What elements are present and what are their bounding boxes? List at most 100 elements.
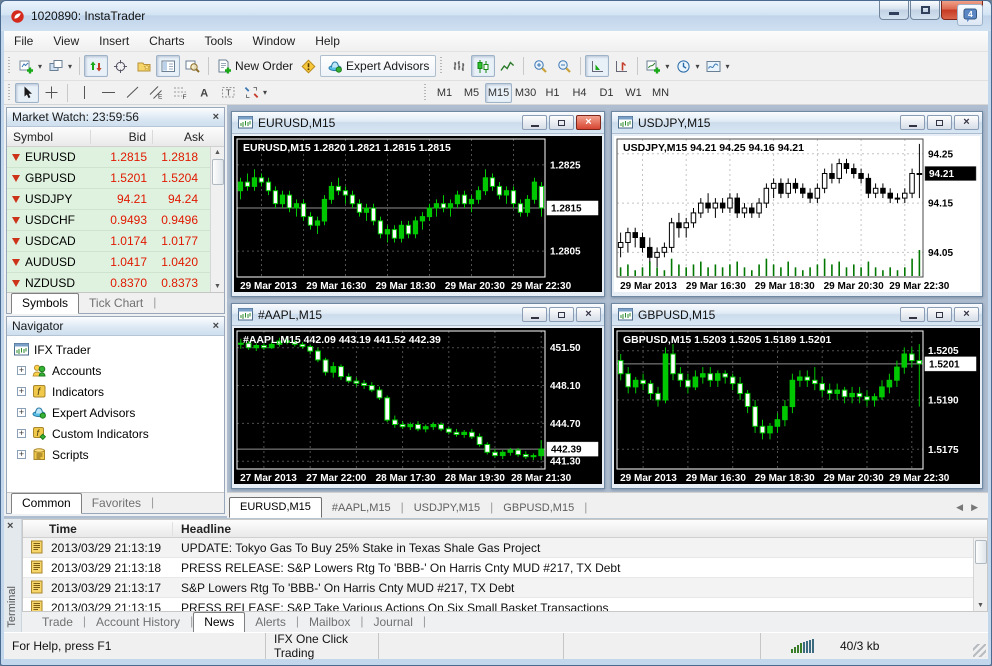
zoom-out-button[interactable] xyxy=(552,55,576,77)
data-window-button[interactable] xyxy=(108,55,132,77)
periods-button[interactable]: ▾ xyxy=(672,55,702,77)
market-watch-row[interactable]: USDCHF 0.9493 0.9496 xyxy=(7,210,224,231)
chart-tab-usdjpy-m15[interactable]: USDJPY,M15 xyxy=(404,499,490,518)
chart-window-titlebar[interactable]: EURUSD,M15 × xyxy=(232,112,604,134)
chart-tab-eurusd-m15[interactable]: EURUSD,M15 xyxy=(229,497,322,518)
terminal-col-time[interactable]: Time xyxy=(23,521,173,536)
timeframe-mn[interactable]: MN xyxy=(647,83,674,103)
dropdown-caret-icon[interactable]: ▾ xyxy=(38,62,42,71)
chart-close-button[interactable]: × xyxy=(576,307,601,322)
chart-tab-gbpusd-m15[interactable]: GBPUSD,M15 xyxy=(493,499,584,518)
toolbar-drag-handle[interactable] xyxy=(7,57,12,75)
navigator-tab-common[interactable]: Common xyxy=(11,493,82,514)
mw-col-symbol[interactable]: Symbol xyxy=(7,129,91,144)
chart-close-button[interactable]: × xyxy=(954,115,979,130)
chart-window-titlebar[interactable]: #AAPL,M15 × xyxy=(232,304,604,326)
market-watch-tab-tick-chart[interactable]: Tick Chart xyxy=(79,294,153,313)
chart-canvas[interactable]: 1.5205 1.5190 1.5175 1.5201 29 Mar 2013 29 Ma… xyxy=(614,328,980,484)
scroll-up-icon[interactable]: ▲ xyxy=(214,147,221,158)
chart-restore-button[interactable] xyxy=(549,115,574,130)
menu-view[interactable]: View xyxy=(43,32,89,50)
scrollbar-thumb[interactable] xyxy=(211,158,224,185)
navigator-item-indicators[interactable]: + f Indicators xyxy=(13,381,224,402)
scroll-down-icon[interactable]: ▼ xyxy=(214,281,221,292)
terminal-toggle-button[interactable] xyxy=(156,55,181,77)
horizontal-line-button[interactable] xyxy=(96,83,120,103)
chart-shift-button[interactable] xyxy=(609,55,633,77)
timeframe-m15[interactable]: M15 xyxy=(485,82,513,103)
chart-minimize-button[interactable] xyxy=(900,307,925,322)
crosshair-tool-button[interactable] xyxy=(39,83,63,103)
dropdown-caret-icon[interactable]: ▾ xyxy=(68,62,72,71)
terminal-tab-mailbox[interactable]: Mailbox xyxy=(299,613,360,632)
expert-advisors-button[interactable]: Expert Advisors xyxy=(320,55,437,77)
maximize-button[interactable] xyxy=(910,1,940,20)
terminal-tab-alerts[interactable]: Alerts xyxy=(245,613,296,632)
new-chart-button[interactable]: ▾ xyxy=(15,55,45,77)
chart-canvas[interactable]: 94.25 94.15 94.05 94.21 29 Mar 2013 29 Mar 16… xyxy=(614,136,980,292)
dropdown-caret-icon[interactable]: ▾ xyxy=(725,62,729,71)
tab-scroll-left-icon[interactable]: ◀ xyxy=(956,502,963,513)
chart-tab--aapl-m15[interactable]: #AAPL,M15 xyxy=(322,499,401,518)
timeframe-h1[interactable]: H1 xyxy=(539,83,566,103)
templates-button[interactable]: ▾ xyxy=(702,55,732,77)
market-watch-row[interactable]: USDCAD 1.0174 1.0177 xyxy=(7,231,224,252)
toolbar-drag-handle[interactable] xyxy=(7,83,12,102)
market-watch-scrollbar[interactable]: ▲ ▼ xyxy=(210,147,224,292)
bar-chart-button[interactable] xyxy=(447,55,471,77)
scrollbar-thumb[interactable] xyxy=(974,539,987,564)
indicators-button[interactable]: ▾ xyxy=(642,55,672,77)
market-watch-row[interactable]: NZDUSD 0.8370 0.8373 xyxy=(7,273,224,292)
market-watch-row[interactable]: EURUSD 1.2815 1.2818 xyxy=(7,147,224,168)
chart-close-button[interactable]: × xyxy=(954,307,979,322)
expand-icon[interactable]: + xyxy=(17,387,26,396)
expand-icon[interactable]: + xyxy=(17,408,26,417)
arrows-button[interactable]: ▾ xyxy=(240,83,270,103)
status-one-click[interactable]: IFX One Click Trading xyxy=(266,632,379,660)
minimize-button[interactable] xyxy=(879,1,909,20)
dropdown-caret-icon[interactable]: ▾ xyxy=(263,88,267,97)
chart-minimize-button[interactable] xyxy=(522,115,547,130)
new-order-button[interactable]: New Order xyxy=(213,55,296,77)
dropdown-caret-icon[interactable]: ▾ xyxy=(695,62,699,71)
terminal-column-headers[interactable]: Time Headline xyxy=(23,520,987,538)
chart-window-titlebar[interactable]: USDJPY,M15 × xyxy=(612,112,982,134)
toolbar-drag-handle[interactable] xyxy=(439,57,445,75)
menu-charts[interactable]: Charts xyxy=(139,32,194,50)
terminal-tab-news[interactable]: News xyxy=(193,612,246,633)
timeframe-w1[interactable]: W1 xyxy=(620,83,647,103)
chart-canvas[interactable]: 1.28251.28151.28051.281529 Mar 201329 Ma… xyxy=(234,136,602,292)
terminal-col-headline[interactable]: Headline xyxy=(173,522,987,536)
chart-minimize-button[interactable] xyxy=(900,115,925,130)
equidistant-channel-button[interactable]: E xyxy=(144,83,168,103)
chart-window-titlebar[interactable]: GBPUSD,M15 × xyxy=(612,304,982,326)
terminal-tab-account-history[interactable]: Account History xyxy=(86,613,190,632)
market-watch-tab-symbols[interactable]: Symbols xyxy=(11,293,80,314)
zoom-in-button[interactable] xyxy=(528,55,552,77)
chart-close-button[interactable]: × xyxy=(576,115,601,130)
timeframe-m30[interactable]: M30 xyxy=(512,83,539,103)
timeframe-h4[interactable]: H4 xyxy=(566,83,593,103)
candlestick-chart-button[interactable] xyxy=(471,55,496,77)
terminal-tab-journal[interactable]: Journal xyxy=(364,613,423,632)
mw-col-ask[interactable]: Ask xyxy=(153,130,224,144)
profiles-button[interactable]: ▾ xyxy=(45,55,75,77)
navigator-close-icon[interactable]: × xyxy=(213,320,219,332)
market-watch-close-icon[interactable]: × xyxy=(213,111,219,123)
news-row[interactable]: 2013/03/29 21:13:18 PRESS RELEASE: S&P Lo… xyxy=(23,558,987,578)
menu-help[interactable]: Help xyxy=(305,32,350,50)
vertical-line-button[interactable] xyxy=(72,83,96,103)
auto-scroll-button[interactable] xyxy=(585,55,610,77)
cursor-button[interactable] xyxy=(15,82,39,103)
chart-restore-button[interactable] xyxy=(927,307,952,322)
resize-grip[interactable] xyxy=(973,644,986,657)
market-watch-row[interactable]: GBPUSD 1.5201 1.5204 xyxy=(7,168,224,189)
terminal-tab-trade[interactable]: Trade xyxy=(32,613,83,632)
news-row[interactable]: 2013/03/29 21:13:19 UPDATE: Tokyo Gas To … xyxy=(23,538,987,558)
text-button[interactable]: A xyxy=(192,83,216,103)
navigator-root[interactable]: IFX Trader xyxy=(13,339,224,360)
menu-insert[interactable]: Insert xyxy=(89,32,139,50)
line-chart-button[interactable] xyxy=(495,55,519,77)
messages-button[interactable]: 4 xyxy=(957,4,983,26)
market-watch-column-headers[interactable]: Symbol Bid Ask xyxy=(7,127,224,147)
